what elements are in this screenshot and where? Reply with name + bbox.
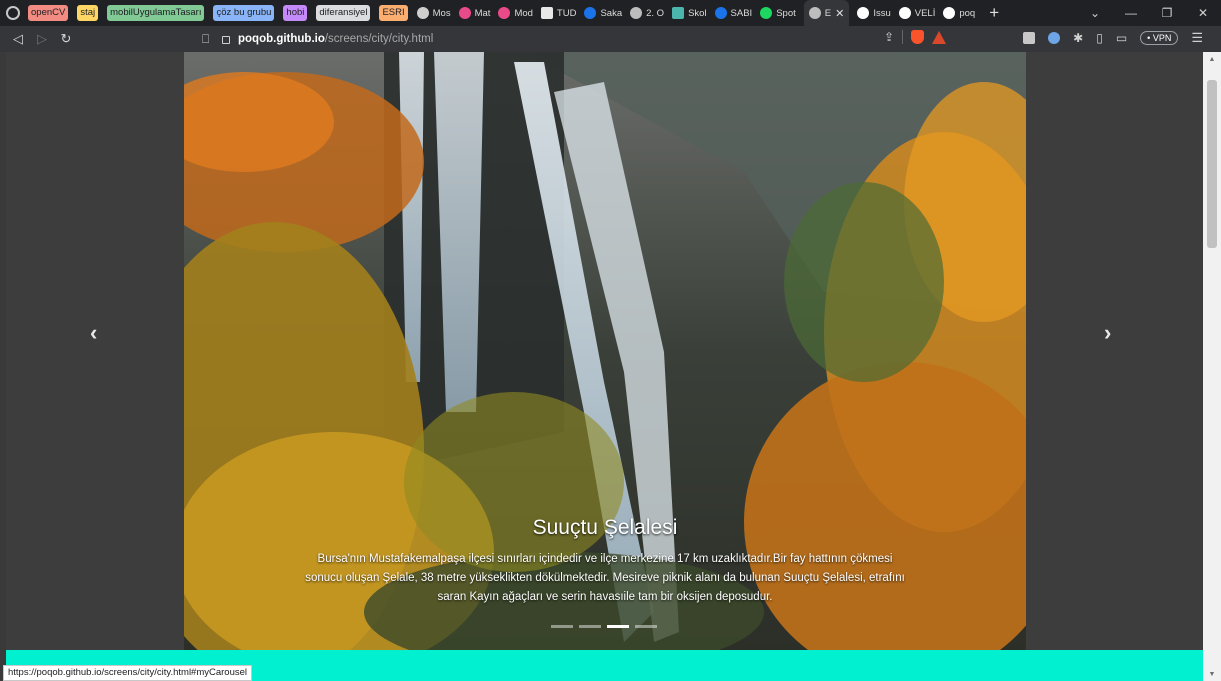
tab-label: Skol: [688, 7, 707, 19]
tabs: Mos Mat Mod TUD Saka 2. O Skol SABI Spot E ✕ Issu VE…: [416, 0, 984, 26]
menu-icon[interactable]: ☰: [1191, 30, 1203, 46]
vertical-scrollbar[interactable]: ▲ ▼: [1203, 52, 1221, 681]
github-icon: [943, 7, 956, 19]
forward-icon[interactable]: ▷: [30, 31, 54, 47]
tab-group-chip[interactable]: diferansiyel: [316, 5, 371, 21]
lock-icon[interactable]: [222, 36, 230, 44]
tab-label: VELİ: [914, 7, 936, 19]
circle-icon: [584, 7, 597, 19]
browser-tab[interactable]: Issu: [857, 0, 891, 26]
carousel-indicators: [551, 625, 657, 628]
browser-tab[interactable]: Mat: [458, 0, 491, 26]
tab-label: SABI: [730, 7, 753, 19]
tab-groups: openCV staj mobilUygulamaTasarı çöz bu grub…: [28, 5, 417, 21]
tab-label: TUD: [556, 7, 577, 19]
minimize-button[interactable]: —: [1113, 6, 1149, 20]
browser-tab[interactable]: Saka: [584, 0, 622, 26]
browser-tab[interactable]: E ✕: [803, 0, 850, 26]
spotify-icon: [760, 7, 773, 19]
tab-group-chip[interactable]: ESRI: [379, 5, 408, 21]
globe-icon: [808, 7, 821, 19]
tab-strip: openCV staj mobilUygulamaTasarı çöz bu grub…: [0, 0, 1221, 26]
puzzle-icon[interactable]: ✱: [1073, 31, 1083, 45]
tab-label: Mos: [432, 7, 451, 19]
sidebar-icon[interactable]: ▯: [1096, 31, 1103, 45]
browser-tab[interactable]: TUD: [540, 0, 577, 26]
tab-group-chip[interactable]: staj: [77, 5, 99, 21]
restore-button[interactable]: ❐: [1149, 6, 1185, 20]
tab-label: Mat: [474, 7, 491, 19]
carousel-indicator[interactable]: [635, 625, 657, 628]
share-icon[interactable]: ⇪: [884, 30, 894, 44]
browser-tab[interactable]: VELİ: [898, 0, 936, 26]
browser-tab[interactable]: Mos: [416, 0, 451, 26]
tab-label: E: [824, 7, 832, 19]
tab-list-chevron-icon[interactable]: ⌄: [1077, 6, 1113, 20]
tab-group-chip[interactable]: hobi: [283, 5, 308, 21]
carousel-indicator[interactable]: [551, 625, 573, 628]
circle-icon: [458, 7, 471, 19]
window-controls: ⌄ — ❐ ✕: [1077, 0, 1221, 26]
reload-icon[interactable]: ↻: [54, 31, 78, 47]
tab-label: poq: [959, 7, 976, 19]
square-icon: [672, 7, 685, 19]
page-viewport: ‹ › Suuçtu Şelalesi Bursa'nın Mustafakem…: [6, 52, 1203, 681]
status-bar-url: https://poqob.github.io/screens/city/cit…: [3, 665, 253, 681]
browser-tab[interactable]: Spot: [760, 0, 796, 26]
tab-group-chip[interactable]: mobilUygulamaTasarı: [107, 5, 205, 21]
cloud-icon: [416, 7, 429, 19]
tab-label: 2. O: [646, 7, 665, 19]
brave-shields-icon[interactable]: [911, 30, 924, 44]
close-window-button[interactable]: ✕: [1185, 6, 1221, 20]
extensions-area: ✱ ▯ ▭ • VPN ☰: [1023, 30, 1203, 46]
tab-label: Saka: [600, 7, 623, 19]
vpn-button[interactable]: • VPN: [1140, 31, 1179, 45]
browser-toolbar: ◁ ▷ ↻ ⎕ poqob.github.io /screens/city/ci…: [0, 26, 1221, 52]
carousel-indicator[interactable]: [607, 625, 629, 628]
browser-tab[interactable]: Mod: [498, 0, 533, 26]
tab-group-chip[interactable]: çöz bu grubu: [213, 5, 275, 21]
scroll-down-icon[interactable]: ▼: [1203, 671, 1221, 678]
carousel-next-icon[interactable]: ›: [1104, 320, 1111, 346]
circle-icon: [498, 7, 511, 19]
wallet-icon[interactable]: ▭: [1116, 31, 1127, 45]
github-icon: [857, 7, 870, 19]
extension-icon[interactable]: [1023, 32, 1036, 44]
carousel-indicator[interactable]: [579, 625, 601, 628]
browser-tab[interactable]: SABI: [714, 0, 753, 26]
bookmark-icon[interactable]: ⎕: [202, 32, 209, 47]
tab-label: Mod: [514, 7, 533, 19]
scroll-up-icon[interactable]: ▲: [1203, 56, 1221, 63]
brave-rewards-icon[interactable]: [932, 30, 946, 44]
circle-icon: [714, 7, 727, 19]
new-tab-button[interactable]: +: [989, 3, 999, 23]
slide-description: Bursa'nın Mustafakemalpaşa ilçesi sınırl…: [305, 553, 905, 603]
scrollbar-thumb[interactable]: [1207, 80, 1217, 248]
tab-search-icon[interactable]: [6, 6, 20, 20]
tab-group-chip[interactable]: openCV: [28, 5, 69, 21]
globe-icon: [630, 7, 643, 19]
browser-tab[interactable]: 2. O: [630, 0, 664, 26]
browser-tab[interactable]: poq: [943, 0, 975, 26]
extension-icon[interactable]: [1048, 32, 1061, 44]
url-path: /screens/city/city.html: [324, 33, 434, 45]
slide-title: Suuçtu Şelalesi: [532, 516, 678, 539]
back-icon[interactable]: ◁: [6, 31, 30, 47]
tab-label: Issu: [873, 7, 891, 19]
address-bar[interactable]: poqob.github.io /screens/city/city.html …: [222, 30, 946, 48]
browser-tab[interactable]: Skol: [672, 0, 707, 26]
carousel-caption: Suuçtu Şelalesi Bursa'nın Mustafakemalpa…: [184, 516, 1026, 607]
tab-label: Spot: [776, 7, 796, 19]
url-host: poqob.github.io: [238, 33, 325, 45]
document-icon: [540, 7, 553, 19]
github-icon: [898, 7, 911, 19]
divider: [902, 30, 903, 44]
close-tab-icon[interactable]: ✕: [835, 7, 844, 20]
carousel-prev-icon[interactable]: ‹: [90, 320, 97, 346]
